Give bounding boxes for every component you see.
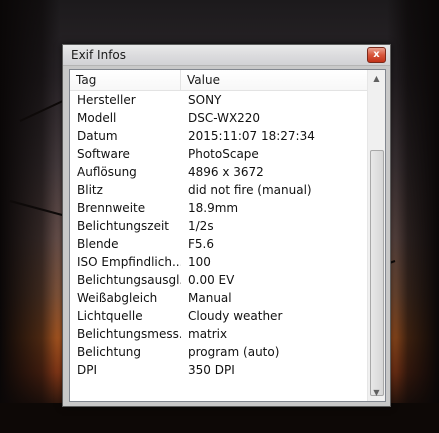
exif-dialog: Exif Infos x Tag Value Hersteller SONY Mo… — [62, 44, 391, 407]
window-title: Exif Infos — [71, 48, 127, 62]
tag-cell: Blitz — [77, 183, 103, 197]
value-cell: DSC-WX220 — [188, 111, 261, 125]
tag-cell: Belichtung — [77, 345, 142, 359]
value-cell: matrix — [188, 327, 228, 341]
close-icon: x — [373, 49, 380, 60]
scroll-up-icon[interactable]: ▲ — [368, 70, 385, 87]
value-cell: program (auto) — [188, 345, 280, 359]
scroll-down-icon[interactable]: ▼ — [368, 384, 385, 401]
table-row[interactable]: Blende F5.6 — [70, 235, 368, 253]
value-cell: F5.6 — [188, 237, 214, 251]
value-cell: 0.00 EV — [188, 273, 235, 287]
close-button[interactable]: x — [367, 47, 386, 63]
tag-cell: Weißabgleich — [77, 291, 158, 305]
tag-cell: ISO Empfindlich... — [77, 255, 181, 269]
table-row[interactable]: Belichtungsmess... matrix — [70, 325, 368, 343]
table-row[interactable]: Belichtungszeit 1/2s — [70, 217, 368, 235]
column-header-tag[interactable]: Tag — [70, 70, 181, 90]
table-row[interactable]: Modell DSC-WX220 — [70, 109, 368, 127]
value-cell: 350 DPI — [188, 363, 235, 377]
table-row[interactable]: Auflösung 4896 x 3672 — [70, 163, 368, 181]
table-row[interactable]: Brennweite 18.9mm — [70, 199, 368, 217]
value-cell: 1/2s — [188, 219, 214, 233]
value-cell: 2015:11:07 18:27:34 — [188, 129, 315, 143]
table-row[interactable]: DPI 350 DPI — [70, 361, 368, 379]
exif-rows: Hersteller SONY Modell DSC-WX220 Datum 2015… — [70, 91, 368, 379]
tag-cell: Lichtquelle — [77, 309, 143, 323]
tag-cell: Belichtungszeit — [77, 219, 169, 233]
table-row[interactable]: Weißabgleich Manual — [70, 289, 368, 307]
value-cell: 4896 x 3672 — [188, 165, 264, 179]
value-cell: SONY — [188, 93, 222, 107]
column-header-row: Tag Value — [70, 70, 385, 91]
table-row[interactable]: Software PhotoScape — [70, 145, 368, 163]
table-row[interactable]: Datum 2015:11:07 18:27:34 — [70, 127, 368, 145]
exif-list-view[interactable]: Tag Value Hersteller SONY Modell DSC-WX220… — [69, 69, 386, 402]
tag-cell: Datum — [77, 129, 118, 143]
value-cell: Manual — [188, 291, 232, 305]
table-row[interactable]: Hersteller SONY — [70, 91, 368, 109]
value-cell: PhotoScape — [188, 147, 259, 161]
tag-cell: Belichtungsausgl... — [77, 273, 181, 287]
tag-cell: DPI — [77, 363, 98, 377]
tag-cell: Modell — [77, 111, 117, 125]
table-row[interactable]: Blitz did not fire (manual) — [70, 181, 368, 199]
column-header-value[interactable]: Value — [181, 70, 385, 90]
scroll-thumb[interactable] — [370, 150, 384, 396]
table-row[interactable]: Belichtung program (auto) — [70, 343, 368, 361]
ground-silhouette — [0, 403, 439, 433]
vertical-scrollbar[interactable]: ▲ ▼ — [367, 70, 385, 401]
value-cell: 18.9mm — [188, 201, 239, 215]
tag-cell: Blende — [77, 237, 119, 251]
tree-silhouette-left — [0, 0, 60, 433]
tag-cell: Auflösung — [77, 165, 137, 179]
tag-cell: Software — [77, 147, 130, 161]
tag-cell: Hersteller — [77, 93, 136, 107]
title-bar[interactable]: Exif Infos x — [63, 45, 390, 66]
value-cell: did not fire (manual) — [188, 183, 312, 197]
value-cell: 100 — [188, 255, 211, 269]
table-row[interactable]: ISO Empfindlich... 100 — [70, 253, 368, 271]
table-row[interactable]: Belichtungsausgl... 0.00 EV — [70, 271, 368, 289]
tree-silhouette-right — [387, 0, 439, 433]
tag-cell: Brennweite — [77, 201, 146, 215]
tag-cell: Belichtungsmess... — [77, 327, 181, 341]
table-row[interactable]: Lichtquelle Cloudy weather — [70, 307, 368, 325]
value-cell: Cloudy weather — [188, 309, 283, 323]
